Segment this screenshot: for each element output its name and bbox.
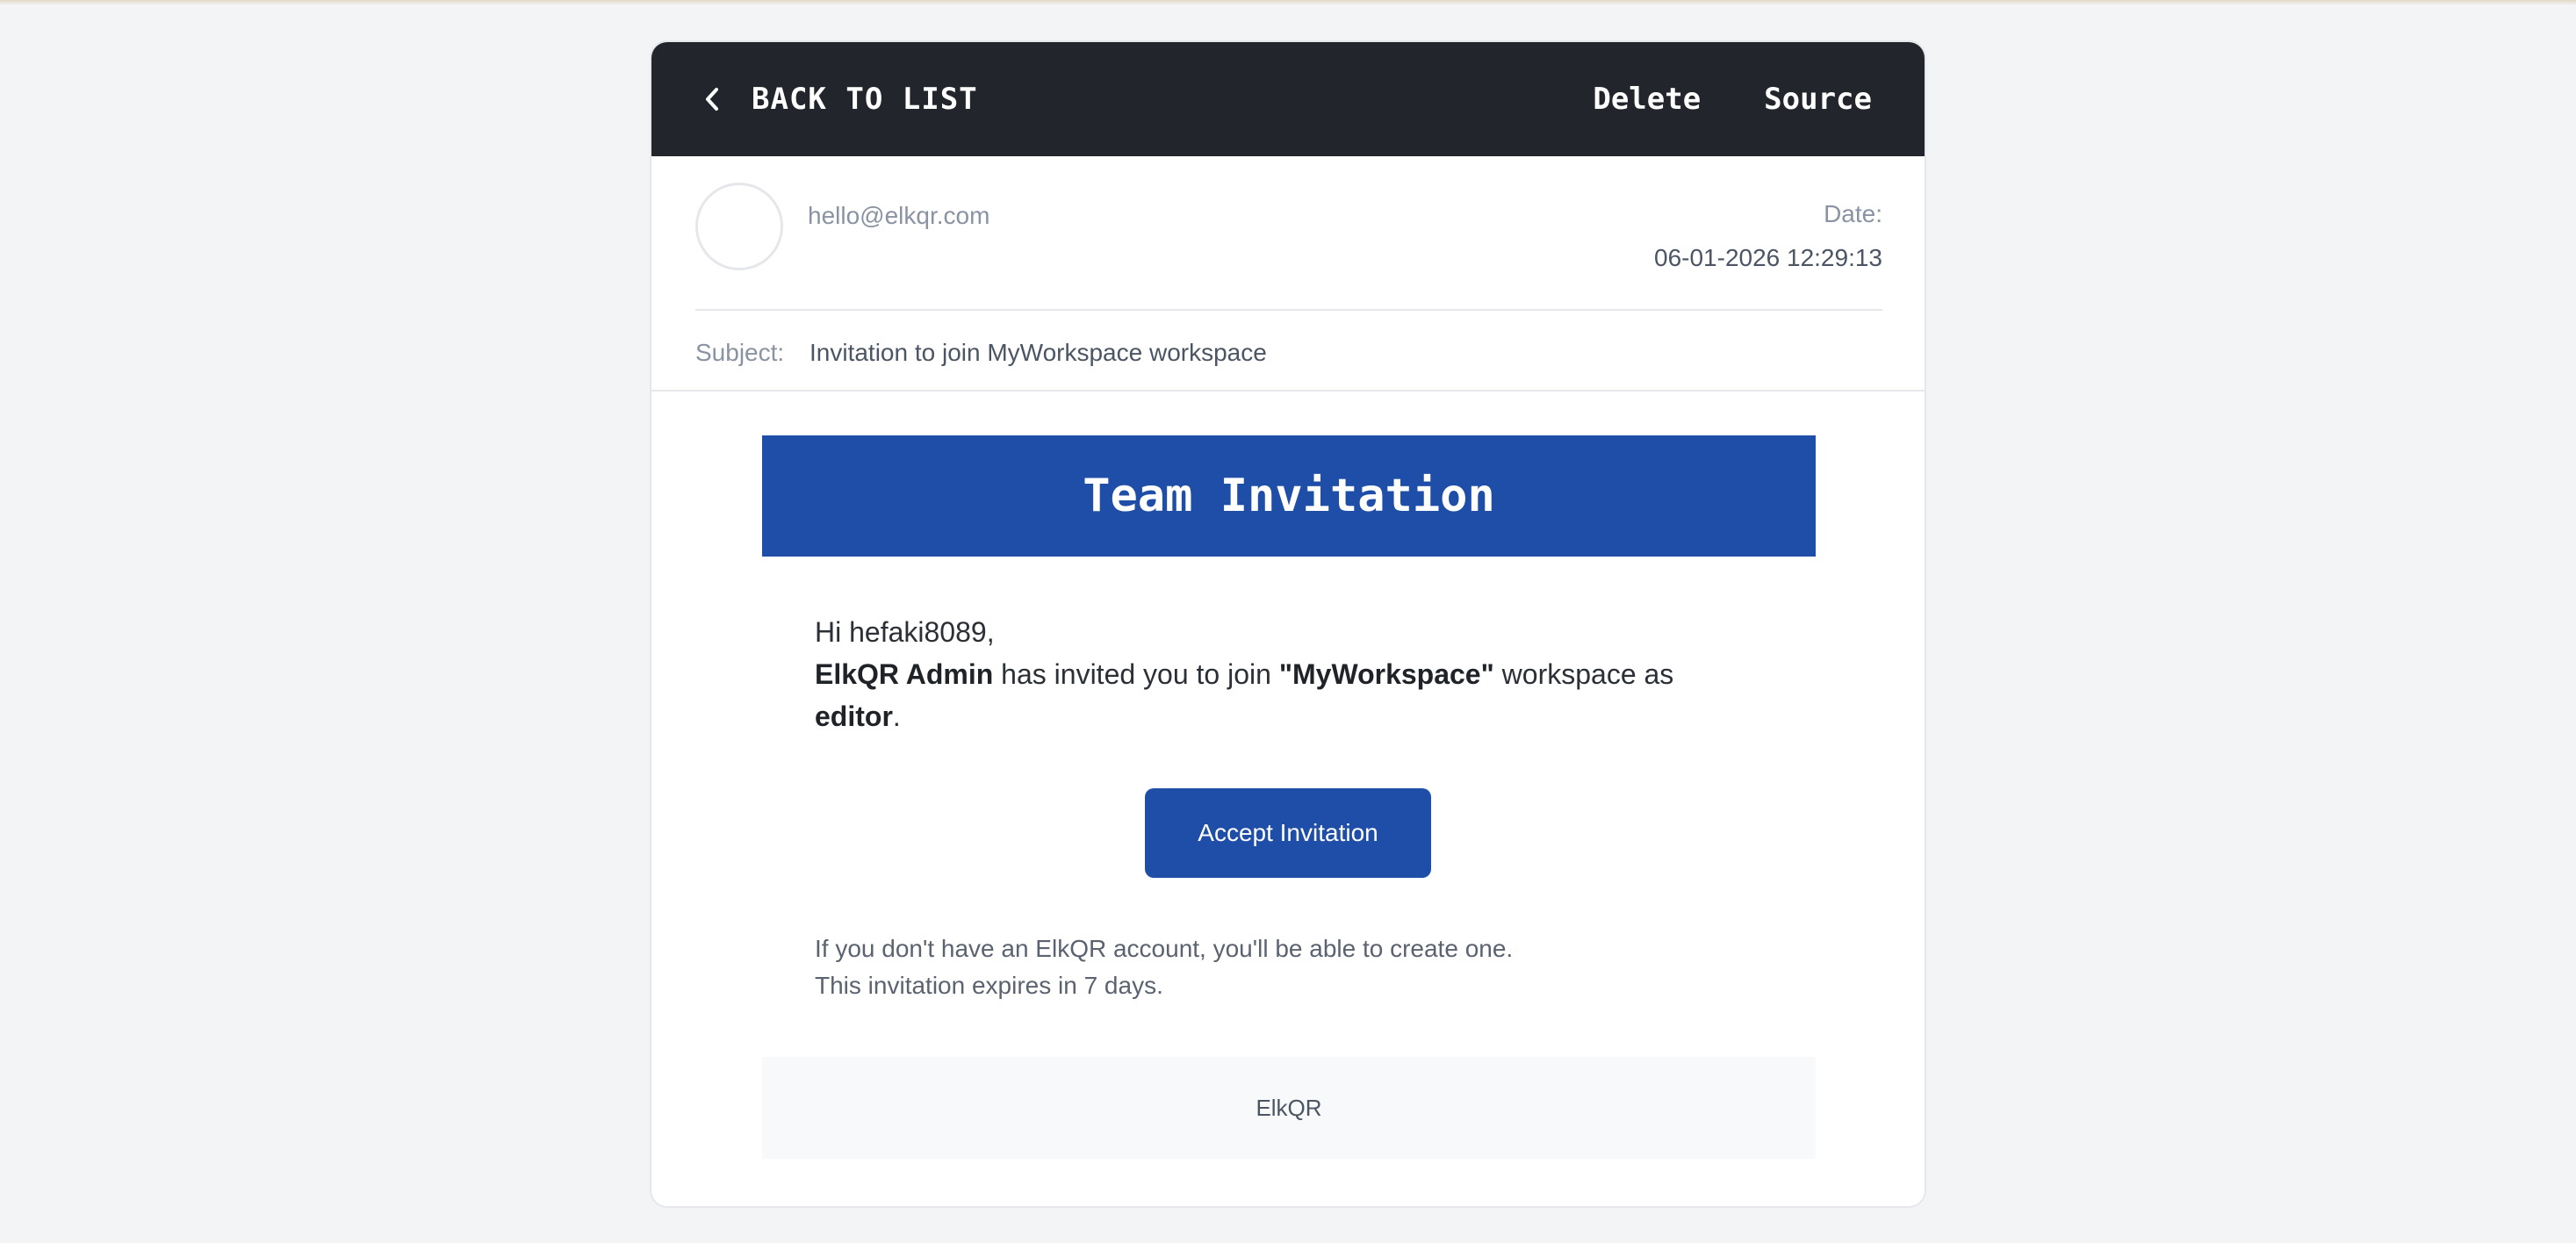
top-strip — [0, 0, 2576, 5]
greeting: Hi hefaki8089, — [815, 616, 995, 648]
role-name: editor — [815, 701, 893, 732]
invitation-note: If you don't have an ElkQR account, you'… — [815, 930, 1513, 1004]
chevron-left-icon — [697, 84, 727, 114]
period: . — [892, 701, 901, 732]
invitation-banner: Team Invitation — [762, 435, 1816, 557]
delete-button[interactable]: Delete — [1593, 82, 1701, 117]
note-line-1: If you don't have an ElkQR account, you'… — [815, 935, 1514, 962]
date-label: Date: — [1824, 200, 1882, 227]
back-to-list-label: BACK TO LIST — [752, 82, 978, 117]
note-line-2: This invitation expires in 7 days. — [815, 972, 1163, 999]
accept-invitation-label: Accept Invitation — [1198, 819, 1378, 846]
sender-email: hello@elkqr.com — [808, 202, 990, 229]
header-divider — [695, 309, 1882, 311]
email-toolbar: BACK TO LIST Delete Source — [651, 42, 1925, 156]
invitation-text: ElkQR Admin has invited you to join "MyW… — [815, 653, 1745, 737]
email-card: BACK TO LIST Delete Source hello@elkqr.c… — [650, 40, 1926, 1208]
source-button[interactable]: Source — [1764, 82, 1872, 117]
back-to-list-button[interactable]: BACK TO LIST — [697, 82, 978, 117]
email-header: hello@elkqr.com Date: 06-01-2026 12:29:1… — [651, 156, 1925, 392]
subject-label: Subject: — [695, 339, 785, 366]
email-body: Team Invitation Hi hefaki8089, ElkQR Adm… — [651, 392, 1925, 1206]
invitation-message: Hi hefaki8089, ElkQR Admin has invited y… — [815, 611, 1745, 737]
workspace-name: "MyWorkspace" — [1278, 658, 1494, 690]
inviter-name: ElkQR Admin — [815, 658, 994, 690]
date-value: 06-01-2026 12:29:13 — [1654, 244, 1882, 271]
invite-text: has invited you to join — [993, 658, 1279, 690]
banner-title: Team Invitation — [1083, 470, 1495, 522]
subject-value: Invitation to join MyWorkspace workspace — [809, 339, 1267, 366]
email-footer: ElkQR — [762, 1057, 1816, 1159]
accept-invitation-button[interactable]: Accept Invitation — [1145, 788, 1431, 878]
as-text: workspace as — [1493, 658, 1674, 690]
avatar — [695, 183, 783, 270]
footer-brand: ElkQR — [1256, 1094, 1322, 1121]
